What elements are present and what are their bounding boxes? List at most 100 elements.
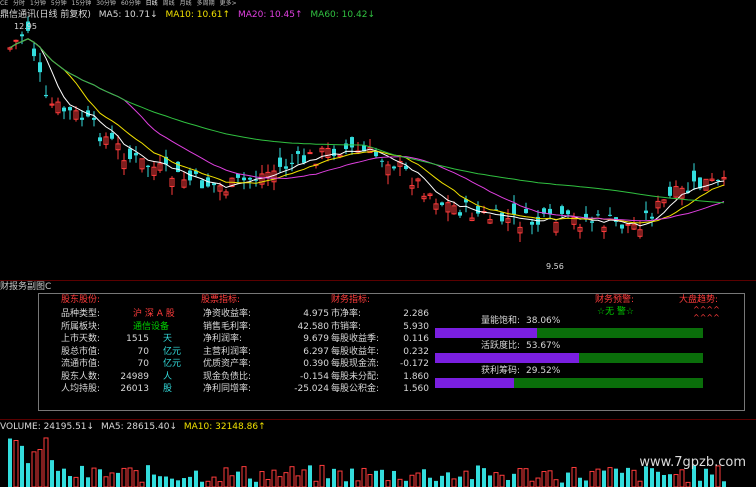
volume-bar: [620, 472, 624, 487]
candle-body: [92, 117, 96, 120]
volume-bar: [547, 470, 553, 487]
period-tab[interactable]: 30分钟: [96, 0, 116, 8]
volume-bar: [607, 467, 613, 487]
volume-bar: [361, 467, 367, 487]
holder-unit: 亿元: [163, 359, 182, 369]
volume-bar: [367, 474, 373, 487]
section-finance: 财务指标:: [331, 295, 371, 305]
period-tab[interactable]: CE: [0, 0, 8, 8]
volume-bar: [13, 440, 19, 487]
volume-bar: [350, 468, 354, 487]
volume-bar: [685, 481, 691, 487]
period-tab[interactable]: 分时: [13, 0, 25, 8]
period-tab[interactable]: 更多>: [220, 0, 237, 8]
meter-bar: [435, 378, 703, 388]
indicator-value: 42.580: [297, 321, 330, 332]
finance-value: 2.286: [403, 309, 429, 319]
meter-bar: [435, 353, 703, 363]
candle-body: [620, 224, 624, 229]
meter-label: 活跃度比:: [481, 341, 521, 351]
candle-body: [440, 202, 444, 205]
indicator-label: 主营利润率:: [203, 346, 252, 357]
period-toolbar: CE 分时 1分钟 5分钟 15分钟 30分钟 60分钟 日线 周线 月线 多周期 更多>: [0, 0, 756, 8]
candle-body: [290, 162, 294, 165]
period-tab[interactable]: 多周期: [197, 0, 215, 8]
period-tab[interactable]: 5分钟: [51, 0, 67, 8]
volume-bar: [26, 463, 30, 487]
volume-bar: [470, 479, 474, 487]
candle-body: [62, 107, 66, 112]
price-header: 鼎信通讯(日线 前复权) MA5: 10.71↓ MA10: 10.61↑ MA…: [0, 9, 380, 21]
indicator-label: 净利润率:: [203, 334, 243, 344]
period-tab[interactable]: 1分钟: [30, 0, 46, 8]
divider: [0, 280, 756, 281]
volume-bar: [482, 468, 486, 487]
volume-bar: [152, 474, 156, 487]
volume-bar: [217, 481, 223, 487]
volume-bar: [523, 468, 529, 487]
meter-value: 53.67%: [526, 341, 561, 351]
volume-bar: [31, 451, 37, 487]
candle-body: [716, 179, 720, 181]
indicator-label: 优质资产率:: [203, 359, 252, 369]
ma60-readout: MA60: 10.42↓: [310, 10, 375, 20]
warning-value: ☆无 警☆: [597, 307, 634, 317]
holder-unit: 股: [163, 384, 173, 394]
candle-body: [668, 186, 672, 196]
volume-bar: [541, 471, 547, 487]
candle-body: [242, 177, 246, 181]
volume-bar: [248, 478, 252, 487]
candle-body: [332, 148, 336, 156]
candle-body: [644, 210, 648, 214]
volume-bar: [326, 478, 330, 487]
volume-bar: [385, 480, 391, 487]
volume-bar: [535, 477, 541, 487]
candle-body: [380, 160, 384, 162]
holder-value: 70: [137, 359, 149, 369]
volume-bar: [164, 476, 168, 487]
holder-value: 1515: [126, 334, 149, 344]
period-tab[interactable]: 日线: [146, 0, 158, 8]
holder-value: 26013: [120, 384, 149, 394]
volume-bar: [422, 469, 426, 487]
volume-bar: [188, 476, 192, 487]
candle-body: [560, 206, 564, 214]
volume-bar: [668, 474, 672, 487]
period-tab[interactable]: 15分钟: [72, 0, 92, 8]
volume-bar: [344, 481, 348, 487]
volume-bar: [512, 473, 516, 487]
candlestick-chart[interactable]: [0, 8, 756, 280]
candle-body: [566, 210, 570, 215]
candle-body: [307, 152, 313, 155]
volume-bar: [241, 466, 247, 487]
volume-bar: [517, 468, 523, 487]
holder-value: 70: [137, 346, 149, 357]
volume-bar: [656, 471, 660, 487]
volume-bar: [109, 472, 115, 487]
holder-label: 上市天数:: [61, 334, 101, 344]
candle-body: [146, 165, 150, 168]
volume-bar: [277, 476, 283, 487]
volume-bar: [637, 480, 643, 487]
volume-bar: [254, 481, 258, 487]
high-price-label: 12.95: [14, 22, 37, 31]
candle-body: [248, 177, 252, 180]
subpanel-title[interactable]: 财报务副图C: [0, 281, 51, 293]
finance-label: 市净率:: [331, 309, 362, 319]
volume-bar: [301, 469, 307, 487]
indicator-value: -25.024: [294, 384, 329, 394]
period-tab[interactable]: 月线: [180, 0, 192, 8]
volume-bar: [50, 460, 54, 487]
period-tab[interactable]: 60分钟: [121, 0, 141, 8]
volume-bar: [409, 474, 415, 487]
volume-bar: [595, 468, 601, 487]
candle-body: [110, 132, 114, 139]
section-warning: 财务预警:: [595, 295, 635, 305]
volume-bar: [434, 480, 438, 487]
holder-unit: 天: [163, 334, 173, 344]
indicator-label: 净资收益率:: [203, 309, 252, 319]
period-tab[interactable]: 周线: [163, 0, 175, 8]
candle-body: [200, 180, 204, 189]
volume-bar: [158, 476, 162, 487]
volume-bar: [529, 480, 535, 487]
